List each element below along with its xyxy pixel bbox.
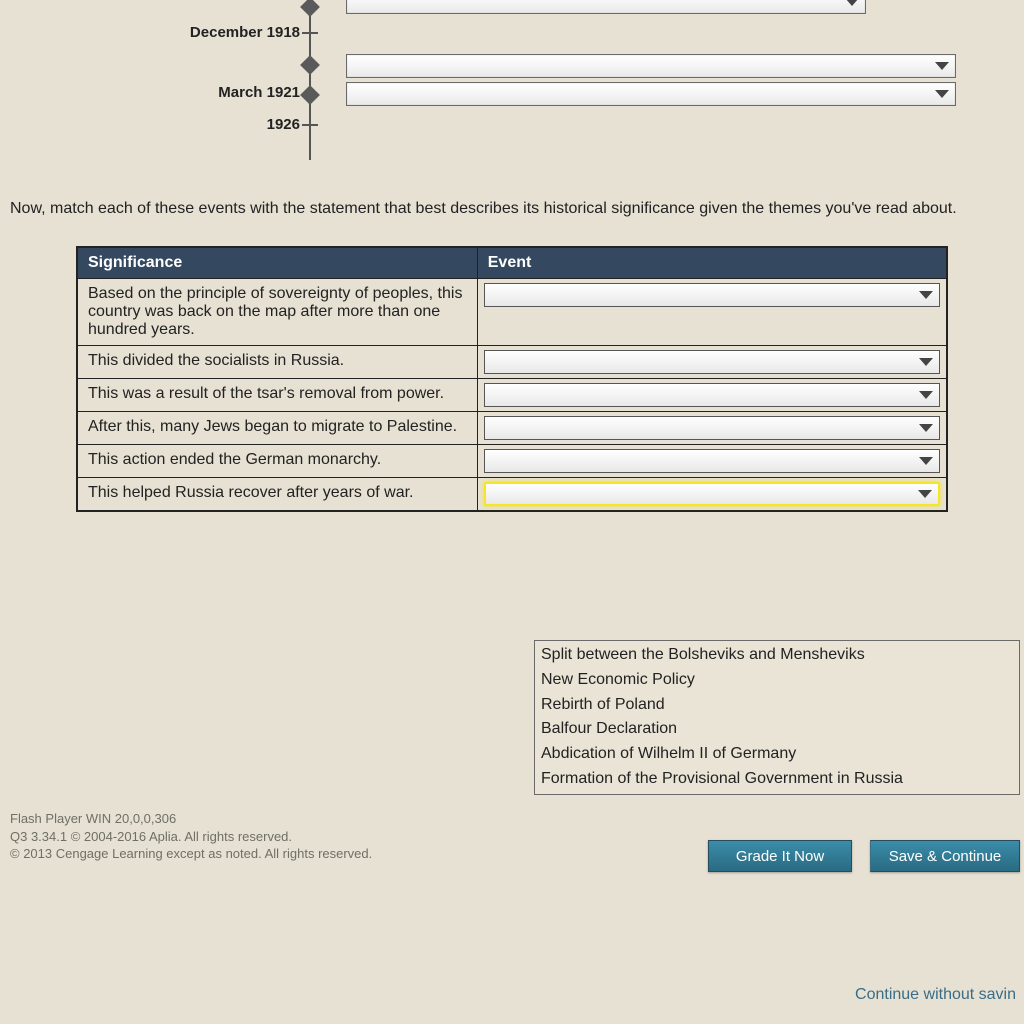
chevron-down-icon (919, 424, 933, 432)
timeline-select-mar1921[interactable] (346, 82, 956, 106)
footer-line: Q3 3.34.1 © 2004-2016 Aplia. All rights … (10, 828, 372, 846)
chevron-down-icon (918, 490, 932, 498)
timeline-marker (300, 85, 320, 105)
save-continue-button[interactable]: Save & Continue (870, 840, 1020, 872)
chevron-down-icon (845, 0, 859, 6)
significance-cell: Based on the principle of sovereignty of… (78, 279, 478, 346)
significance-cell: This action ended the German monarchy. (78, 445, 478, 478)
event-select-1[interactable] (484, 350, 940, 374)
dropdown-option[interactable]: Formation of the Provisional Government … (541, 767, 1013, 792)
chevron-down-icon (919, 391, 933, 399)
col-event: Event (477, 248, 946, 279)
table-row: This helped Russia recover after years o… (78, 478, 947, 511)
grade-it-now-button[interactable]: Grade It Now (708, 840, 852, 872)
chevron-down-icon (919, 457, 933, 465)
footer-line: Flash Player WIN 20,0,0,306 (10, 810, 372, 828)
timeline-tick (302, 124, 318, 126)
dropdown-option[interactable]: Rebirth of Poland (541, 693, 1013, 718)
dropdown-option[interactable]: New Economic Policy (541, 668, 1013, 693)
dropdown-option[interactable]: Split between the Bolsheviks and Menshev… (541, 643, 1013, 668)
significance-table: Significance Event Based on the principl… (76, 246, 948, 512)
chevron-down-icon (935, 90, 949, 98)
timeline-label-dec1918: December 1918 (190, 24, 300, 41)
timeline-label-1926: 1926 (267, 116, 300, 133)
table-row: Based on the principle of sovereignty of… (78, 279, 947, 346)
timeline: December 1918 March 1921 1926 (0, 0, 1024, 180)
table-row: This action ended the German monarchy. (78, 445, 947, 478)
instruction-text: Now, match each of these events with the… (0, 180, 1024, 232)
timeline-select-top[interactable] (346, 0, 866, 14)
dropdown-option[interactable]: Balfour Declaration (541, 717, 1013, 742)
event-select-4[interactable] (484, 449, 940, 473)
event-select-2[interactable] (484, 383, 940, 407)
significance-cell: After this, many Jews began to migrate t… (78, 412, 478, 445)
timeline-axis (309, 0, 311, 160)
table-row: After this, many Jews began to migrate t… (78, 412, 947, 445)
significance-cell: This was a result of the tsar's removal … (78, 379, 478, 412)
significance-cell: This divided the socialists in Russia. (78, 346, 478, 379)
chevron-down-icon (935, 62, 949, 70)
col-significance: Significance (78, 248, 478, 279)
continue-without-saving-link[interactable]: Continue without savin (855, 986, 1016, 1004)
timeline-marker (300, 55, 320, 75)
footer-info: Flash Player WIN 20,0,0,306 Q3 3.34.1 © … (10, 810, 372, 863)
chevron-down-icon (919, 291, 933, 299)
timeline-marker (300, 0, 320, 17)
footer-line: © 2013 Cengage Learning except as noted.… (10, 845, 372, 863)
timeline-select-mid[interactable] (346, 54, 956, 78)
event-select-5[interactable] (484, 482, 940, 506)
table-row: This was a result of the tsar's removal … (78, 379, 947, 412)
event-select-0[interactable] (484, 283, 940, 307)
significance-cell: This helped Russia recover after years o… (78, 478, 478, 511)
dropdown-option[interactable]: Abdication of Wilhelm II of Germany (541, 742, 1013, 767)
timeline-tick (302, 32, 318, 34)
event-select-3[interactable] (484, 416, 940, 440)
timeline-label-mar1921: March 1921 (218, 84, 300, 101)
chevron-down-icon (919, 358, 933, 366)
table-row: This divided the socialists in Russia. (78, 346, 947, 379)
dropdown-options[interactable]: Split between the Bolsheviks and Menshev… (534, 640, 1020, 795)
